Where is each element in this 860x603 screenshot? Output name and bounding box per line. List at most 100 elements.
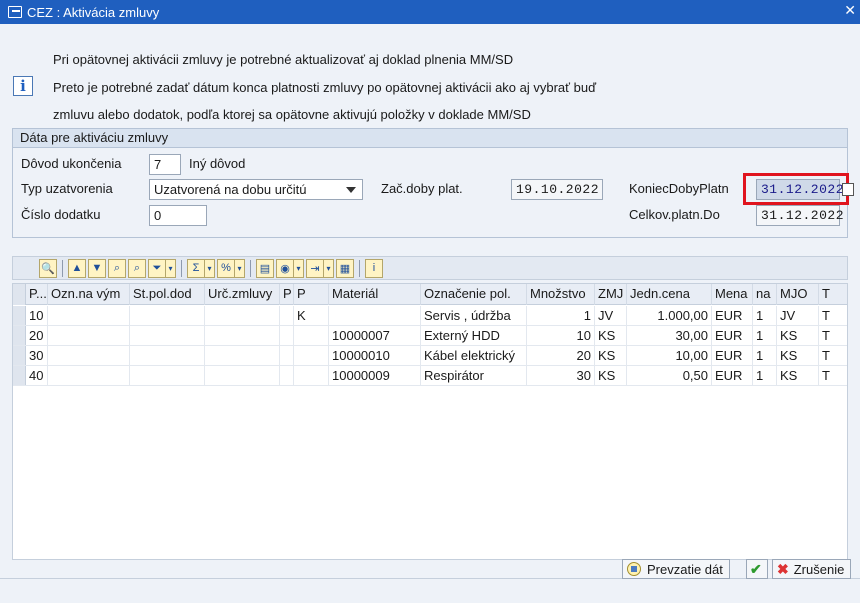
filter-dropdown-icon[interactable]: ▾ xyxy=(166,258,176,278)
table-cell: KS xyxy=(777,346,819,365)
row-selector[interactable] xyxy=(13,346,26,365)
cancel-label: Zrušenie xyxy=(793,561,845,577)
row-selector[interactable] xyxy=(13,326,26,345)
table-cell xyxy=(329,306,421,325)
table-cell: 1 xyxy=(753,326,777,345)
column-header[interactable]: na xyxy=(753,284,777,305)
table-cell xyxy=(280,306,294,325)
group-title: Dáta pre aktiváciu zmluvy xyxy=(13,129,847,148)
sort-descending-icon[interactable]: ▼ xyxy=(88,258,106,278)
confirm-button[interactable]: ✔ xyxy=(746,559,768,579)
table-cell xyxy=(280,366,294,385)
end-date-field[interactable]: 31.12.2022 xyxy=(756,179,844,200)
reason-code-field[interactable]: 7 xyxy=(149,154,181,175)
items-table: P... Ozn.na vým St.pol.dod Urč.zmluvy P … xyxy=(12,283,848,560)
export-icon[interactable]: ⇥ xyxy=(306,258,324,278)
table-row[interactable]: 10 K Servis , údržba 1 JV 1.000,00 EUR 1… xyxy=(13,306,847,326)
row-selector[interactable] xyxy=(13,306,26,325)
cancel-button[interactable]: ✖ Zrušenie xyxy=(772,559,852,579)
find-icon[interactable]: ⌕ xyxy=(108,258,126,278)
column-header[interactable]: St.pol.dod xyxy=(130,284,205,305)
table-cell xyxy=(130,326,205,345)
start-date-field: 19.10.2022 xyxy=(511,179,603,200)
sum-icon[interactable]: Σ xyxy=(187,258,205,278)
addendum-label: Číslo dodatku xyxy=(21,207,101,222)
table-cell[interactable] xyxy=(48,346,130,365)
table-cell: KS xyxy=(777,326,819,345)
type-select[interactable]: Uzatvorená na dobu určitú xyxy=(149,179,363,200)
column-header[interactable]: MJO xyxy=(777,284,819,305)
table-cell: 10 xyxy=(26,306,48,325)
table-cell: Respirátor xyxy=(421,366,527,385)
table-cell xyxy=(294,326,329,345)
subtotal-icon[interactable]: % xyxy=(217,258,235,278)
views-dropdown-icon[interactable]: ▾ xyxy=(294,258,304,278)
sort-ascending-icon[interactable]: ▲ xyxy=(68,258,86,278)
dialog-content: i Pri opätovnej aktivácii zmluvy je potr… xyxy=(0,24,860,603)
table-row[interactable]: 30 10000010 Kábel elektrický 20 KS 10,00… xyxy=(13,346,847,366)
info-icon: i xyxy=(13,76,33,96)
table-cell[interactable] xyxy=(48,366,130,385)
table-row[interactable]: 20 10000007 Externý HDD 10 KS 30,00 EUR … xyxy=(13,326,847,346)
takeover-label: Prevzatie dát xyxy=(647,561,723,577)
column-header[interactable]: Ozn.na vým xyxy=(48,284,130,305)
table-row[interactable]: 40 10000009 Respirátor 30 KS 0,50 EUR 1 … xyxy=(13,366,847,386)
column-header[interactable]: P xyxy=(280,284,294,305)
find-next-icon[interactable]: ⌕ xyxy=(128,258,146,278)
table-cell: 0,50 xyxy=(627,366,712,385)
table-toolbar: 🔍 ▲ ▼ ⌕ ⌕ ⏷ ▾ Σ ▾ % ▾ ▤ ◉ ▾ ⇥ ▾ ▦ i xyxy=(12,256,848,280)
table-cell: 40 xyxy=(26,366,48,385)
column-header[interactable]: Urč.zmluvy xyxy=(205,284,280,305)
title-bar: CEZ : Aktivácia zmluvy ✕ xyxy=(0,0,860,24)
table-cell[interactable] xyxy=(48,326,130,345)
table-cell: JV xyxy=(777,306,819,325)
table-cell: EUR xyxy=(712,366,753,385)
table-cell: KS xyxy=(595,346,627,365)
table-cell: 30 xyxy=(527,366,595,385)
column-header[interactable]: Mena xyxy=(712,284,753,305)
column-header[interactable]: P... xyxy=(26,284,48,305)
select-all-icon[interactable] xyxy=(13,284,26,305)
table-cell: 20 xyxy=(527,346,595,365)
filter-icon[interactable]: ⏷ xyxy=(148,258,166,278)
separator xyxy=(359,259,360,277)
layout-icon[interactable]: ▦ xyxy=(336,258,354,278)
table-cell xyxy=(205,366,280,385)
table-cell: EUR xyxy=(712,306,753,325)
takeover-icon xyxy=(627,562,641,576)
table-cell xyxy=(130,306,205,325)
export-dropdown-icon[interactable]: ▾ xyxy=(324,258,334,278)
table-cell: Servis , údržba xyxy=(421,306,527,325)
views-icon[interactable]: ◉ xyxy=(276,258,294,278)
column-header[interactable]: ZMJ xyxy=(595,284,627,305)
subtotal-dropdown-icon[interactable]: ▾ xyxy=(235,258,245,278)
table-cell xyxy=(130,346,205,365)
table-cell: T xyxy=(819,306,847,325)
message-line-3: zmluvu alebo dodatok, podľa ktorej sa op… xyxy=(53,107,531,122)
print-icon[interactable]: ▤ xyxy=(256,258,274,278)
table-cell xyxy=(294,346,329,365)
table-cell: 1 xyxy=(753,346,777,365)
details-icon[interactable]: 🔍 xyxy=(39,258,57,278)
sum-dropdown-icon[interactable]: ▾ xyxy=(205,258,215,278)
table-cell[interactable] xyxy=(48,306,130,325)
column-header[interactable]: T xyxy=(819,284,847,305)
info-icon[interactable]: i xyxy=(365,258,383,278)
table-cell: KS xyxy=(595,366,627,385)
takeover-button[interactable]: Prevzatie dát xyxy=(622,559,730,579)
table-cell: 30,00 xyxy=(627,326,712,345)
table-cell: 1.000,00 xyxy=(627,306,712,325)
close-icon[interactable]: ✕ xyxy=(844,2,856,19)
table-cell: 30 xyxy=(26,346,48,365)
column-header[interactable]: Materiál xyxy=(329,284,421,305)
column-header[interactable]: Množstvo xyxy=(527,284,595,305)
column-header[interactable]: P xyxy=(294,284,329,305)
window-title: CEZ : Aktivácia zmluvy xyxy=(27,4,160,20)
column-header[interactable]: Jedn.cena xyxy=(627,284,712,305)
table-cell: KS xyxy=(777,366,819,385)
row-selector[interactable] xyxy=(13,366,26,385)
table-cell: Kábel elektrický xyxy=(421,346,527,365)
value-help-icon[interactable] xyxy=(842,183,854,196)
addendum-field[interactable]: 0 xyxy=(149,205,207,226)
column-header[interactable]: Označenie pol. xyxy=(421,284,527,305)
